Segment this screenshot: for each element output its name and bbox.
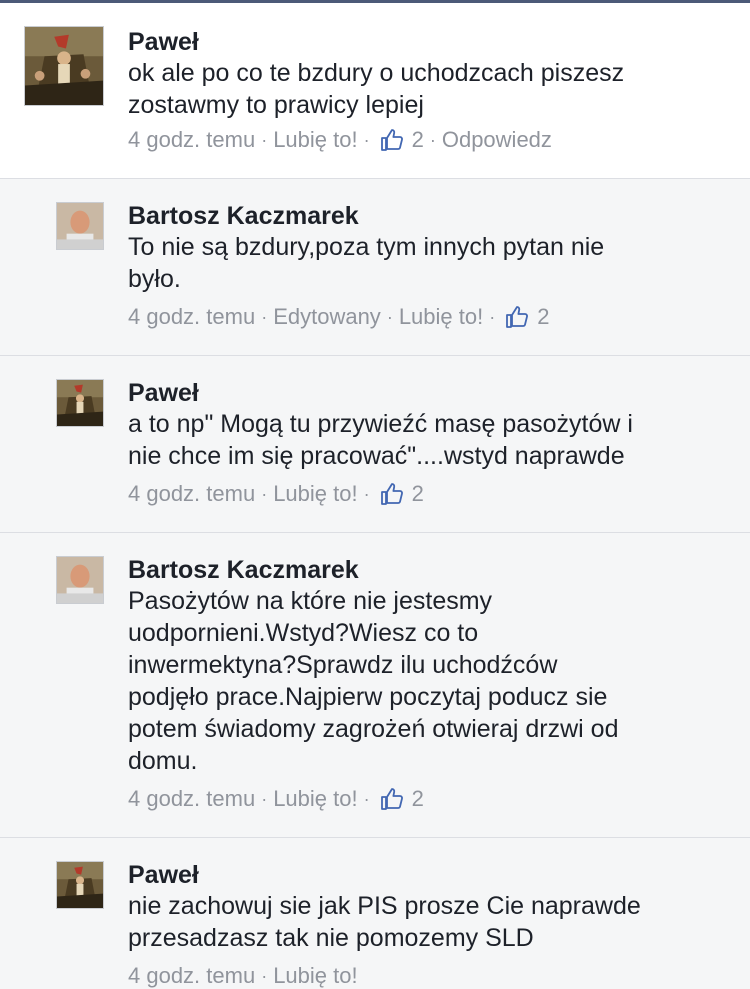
separator-dot: · (363, 130, 370, 151)
comment-time[interactable]: 4 godz. temu (128, 303, 255, 331)
comment-text: a to np" Mogą tu przywieźć masę pasożytó… (128, 408, 738, 472)
comment-line: ok ale po co te bzdury o uchodzcach pisz… (128, 59, 625, 87)
comment-line: uodpornieni.Wstyd?Wiesz co to (128, 619, 479, 647)
comment-author[interactable]: Paweł (128, 378, 199, 408)
avatar-bartosz[interactable] (56, 202, 104, 250)
comment-line: nie zachowuj sie jak PIS prosze Cie napr… (128, 892, 641, 920)
like-count[interactable]: 2 (412, 480, 424, 508)
separator-dot: · (363, 789, 370, 810)
avatar-pawel[interactable] (24, 26, 104, 106)
comment-line: podjęło prace.Najpierw poczytaj poducz s… (128, 683, 608, 711)
separator-dot: · (363, 484, 370, 505)
comment-meta: 4 godz. temu · Lubię to! · 2 (128, 479, 424, 508)
separator-dot: · (261, 484, 268, 505)
avatar-pawel[interactable] (56, 861, 104, 909)
person-avatar-icon (57, 203, 103, 249)
comment-text: ok ale po co te bzdury o uchodzcach pisz… (128, 57, 738, 121)
comment-line: nie chce im się pracować"....wstyd napra… (128, 442, 625, 470)
comment-2: Bartosz Kaczmarek To nie są bzdury,poza … (0, 179, 750, 356)
comment-line: domu. (128, 747, 198, 775)
comment-line: inwermektyna?Sprawdz ilu uchodźców (128, 651, 558, 679)
comment-line: zostawmy to prawicy lepiej (128, 91, 424, 119)
comment-line: przesadzasz tak nie pomozemy SLD (128, 924, 534, 952)
comment-author[interactable]: Paweł (128, 860, 199, 890)
painting-avatar-icon (57, 862, 103, 908)
comment-text: To nie są bzdury,poza tym innych pytan n… (128, 231, 738, 295)
person-avatar-icon (57, 557, 103, 603)
like-link[interactable]: Lubię to! (273, 785, 357, 813)
separator-dot: · (261, 789, 268, 810)
comment-4: Bartosz Kaczmarek Pasożytów na które nie… (0, 533, 750, 838)
like-count[interactable]: 2 (412, 785, 424, 813)
separator-dot: · (261, 966, 268, 987)
separator-dot: · (429, 130, 436, 151)
avatar-bartosz[interactable] (56, 556, 104, 604)
comment-author[interactable]: Bartosz Kaczmarek (128, 555, 359, 585)
comment-5: Paweł nie zachowuj sie jak PIS prosze Ci… (0, 838, 750, 989)
comment-time[interactable]: 4 godz. temu (128, 480, 255, 508)
like-link[interactable]: Lubię to! (273, 480, 357, 508)
comment-line: potem świadomy zagrożeń otwieraj drzwi o… (128, 715, 619, 743)
like-link[interactable]: Lubię to! (399, 303, 483, 331)
separator-dot: · (386, 307, 393, 328)
painting-avatar-icon (57, 380, 103, 426)
painting-avatar-icon (25, 27, 103, 105)
reply-link[interactable]: Odpowiedz (442, 126, 552, 154)
edited-link[interactable]: Edytowany (273, 303, 381, 331)
comment-3: Paweł a to np" Mogą tu przywieźć masę pa… (0, 356, 750, 533)
separator-dot: · (261, 130, 268, 151)
comment-line: było. (128, 265, 181, 293)
comment-time[interactable]: 4 godz. temu (128, 785, 255, 813)
comment-author[interactable]: Bartosz Kaczmarek (128, 201, 359, 231)
separator-dot: · (261, 307, 268, 328)
comment-line: a to np" Mogą tu przywieźć masę pasożytó… (128, 410, 633, 438)
comment-meta: 4 godz. temu · Lubię to! · 2 · Odpowiedz (128, 125, 552, 154)
thumbs-up-icon[interactable] (380, 482, 404, 506)
comment-1: Paweł ok ale po co te bzdury o uchodzcac… (0, 3, 750, 179)
like-link[interactable]: Lubię to! (273, 126, 357, 154)
comment-time[interactable]: 4 godz. temu (128, 126, 255, 154)
comment-author[interactable]: Paweł (128, 27, 199, 57)
comment-line: To nie są bzdury,poza tym innych pytan n… (128, 233, 605, 261)
comment-meta: 4 godz. temu · Edytowany · Lubię to! · 2 (128, 302, 549, 331)
avatar-pawel[interactable] (56, 379, 104, 427)
separator-dot: · (489, 307, 496, 328)
like-count[interactable]: 2 (412, 126, 424, 154)
thumbs-up-icon[interactable] (505, 305, 529, 329)
comment-meta: 4 godz. temu · Lubię to! (128, 961, 358, 989)
comment-text: nie zachowuj sie jak PIS prosze Cie napr… (128, 890, 738, 954)
comment-meta: 4 godz. temu · Lubię to! · 2 (128, 784, 424, 813)
like-link[interactable]: Lubię to! (273, 962, 357, 989)
like-count[interactable]: 2 (537, 303, 549, 331)
comment-text: Pasożytów na które nie jestesmy uodporni… (128, 585, 738, 777)
comment-time[interactable]: 4 godz. temu (128, 962, 255, 989)
comment-line: Pasożytów na które nie jestesmy (128, 587, 493, 615)
thumbs-up-icon[interactable] (380, 128, 404, 152)
thumbs-up-icon[interactable] (380, 787, 404, 811)
